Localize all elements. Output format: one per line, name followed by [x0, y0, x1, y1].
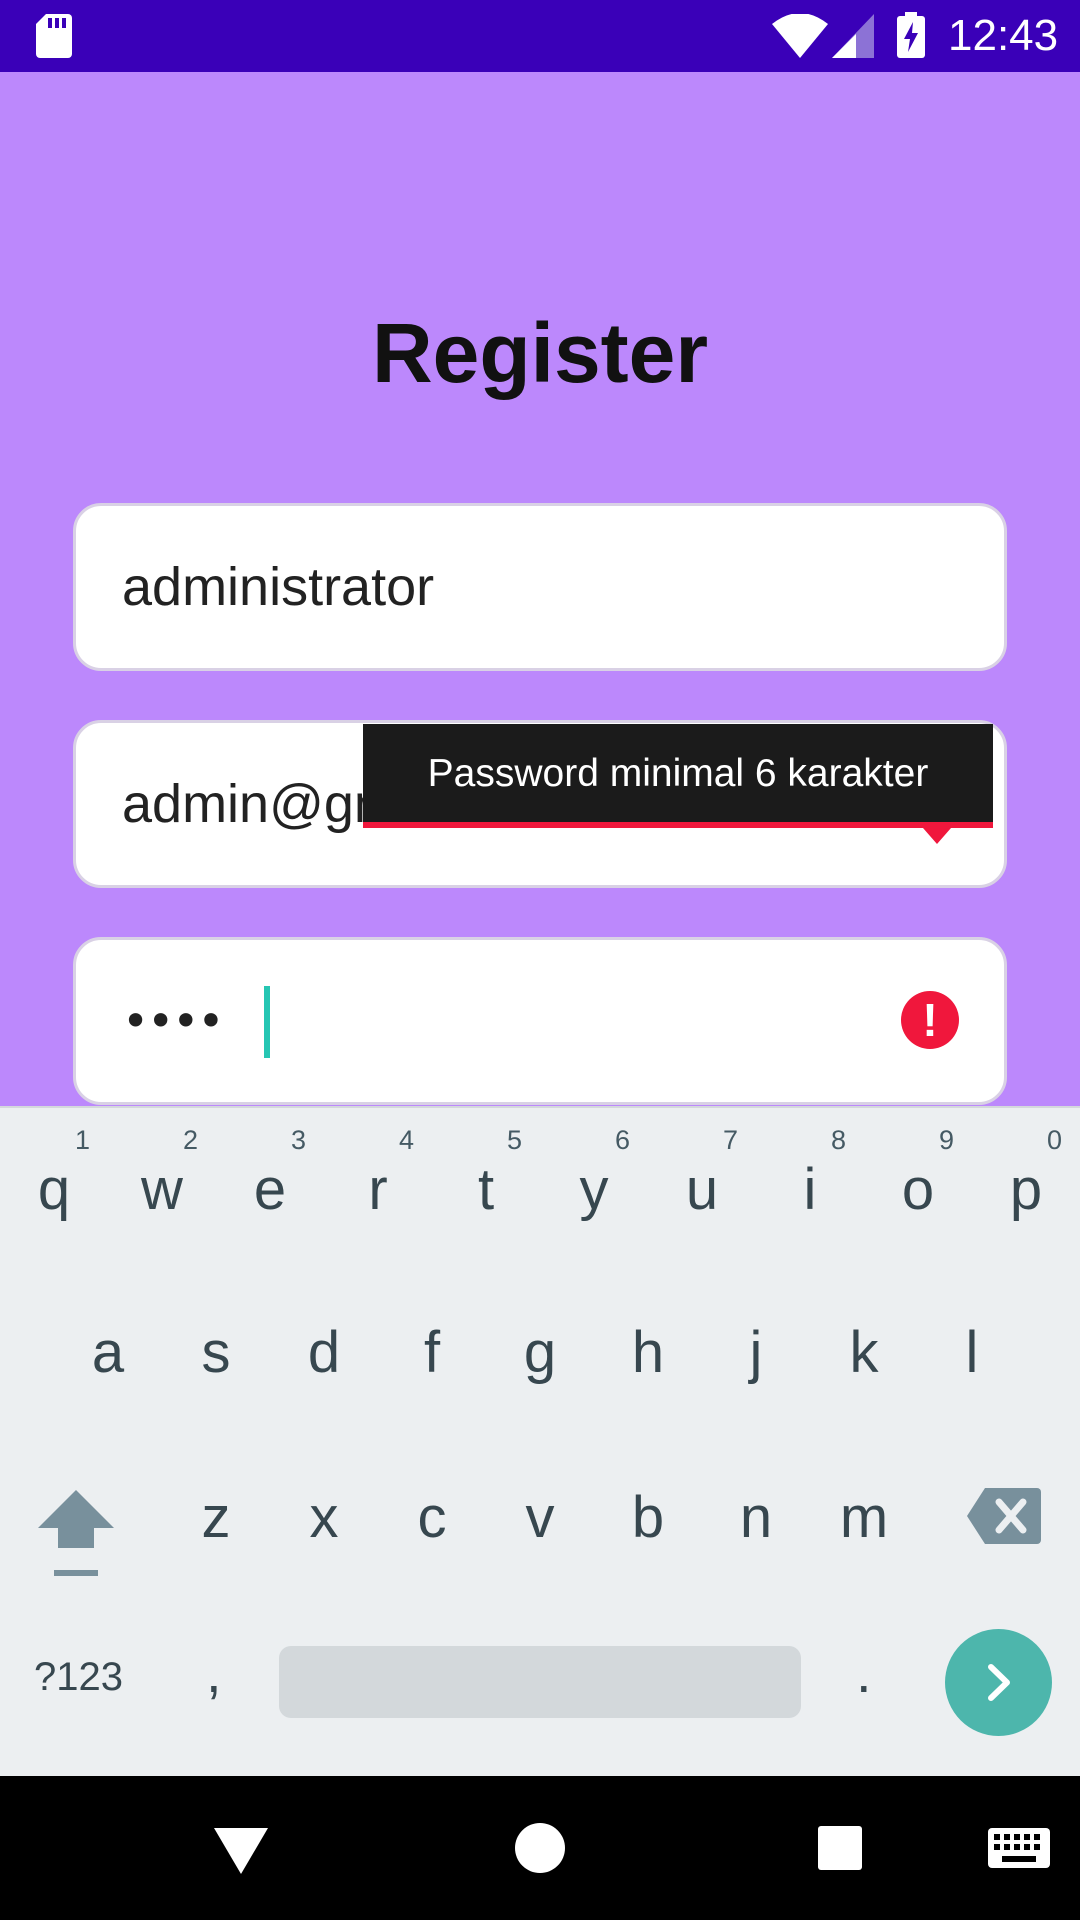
key-label: p	[1009, 1157, 1043, 1222]
key-hint-digit: 8	[830, 1125, 846, 1155]
key-hint-digit: 0	[1046, 1125, 1062, 1155]
key-label: n	[739, 1485, 773, 1550]
username-field[interactable]: administrator	[73, 503, 1007, 671]
key-o[interactable]: 9o	[864, 1125, 972, 1265]
keyboard-switch-icon[interactable]	[988, 1776, 1050, 1920]
key-h[interactable]: h	[594, 1318, 702, 1428]
comma-key[interactable]: ,	[206, 1640, 222, 1705]
key-b[interactable]: b	[594, 1483, 702, 1593]
key-hint-digit: 6	[614, 1125, 630, 1155]
tooltip-arrow	[923, 828, 951, 844]
key-label: f	[423, 1320, 441, 1385]
key-label: r	[368, 1157, 388, 1222]
key-r[interactable]: 4r	[324, 1125, 432, 1265]
key-a[interactable]: a	[54, 1318, 162, 1428]
key-label: s	[201, 1320, 231, 1385]
key-label: a	[91, 1320, 125, 1385]
key-label: z	[201, 1485, 231, 1550]
key-d[interactable]: d	[270, 1318, 378, 1428]
key-hint-digit: 1	[74, 1125, 90, 1155]
error-icon[interactable]: !	[901, 991, 959, 1049]
key-label: i	[803, 1157, 817, 1222]
password-mask: ••••	[122, 994, 225, 1048]
key-label: e	[253, 1157, 287, 1222]
key-label: q	[37, 1157, 71, 1222]
key-s[interactable]: s	[162, 1318, 270, 1428]
key-hint-digit: 3	[290, 1125, 306, 1155]
key-label: d	[307, 1320, 341, 1385]
key-hint-digit: 7	[722, 1125, 738, 1155]
page-title: Register	[371, 306, 709, 400]
key-label: u	[685, 1157, 719, 1222]
navigation-bar	[0, 1776, 1080, 1920]
key-z[interactable]: z	[162, 1483, 270, 1593]
key-p[interactable]: 0p	[972, 1125, 1080, 1265]
key-x[interactable]: x	[270, 1483, 378, 1593]
key-label: k	[849, 1320, 879, 1385]
back-icon[interactable]	[214, 1776, 268, 1920]
key-t[interactable]: 5t	[432, 1125, 540, 1265]
status-bar: 12:43	[0, 0, 1080, 72]
key-label: b	[631, 1485, 665, 1550]
text-cursor	[264, 986, 270, 1058]
key-label: w	[141, 1157, 183, 1222]
key-label: h	[631, 1320, 665, 1385]
key-l[interactable]: l	[918, 1318, 1026, 1428]
shift-key-icon[interactable]	[38, 1490, 114, 1580]
clock: 12:43	[948, 11, 1059, 60]
key-hint-digit: 5	[506, 1125, 522, 1155]
key-w[interactable]: 2w	[108, 1125, 216, 1265]
key-j[interactable]: j	[702, 1318, 810, 1428]
key-label: j	[749, 1320, 763, 1385]
key-u[interactable]: 7u	[648, 1125, 756, 1265]
key-hint-digit: 4	[398, 1125, 414, 1155]
space-key[interactable]	[279, 1646, 801, 1718]
key-c[interactable]: c	[378, 1483, 486, 1593]
home-icon[interactable]	[513, 1776, 567, 1920]
key-label: v	[525, 1485, 555, 1550]
key-y[interactable]: 6y	[540, 1125, 648, 1265]
key-label: x	[309, 1485, 339, 1550]
key-label: t	[477, 1157, 495, 1222]
key-label: y	[579, 1157, 609, 1222]
key-label: g	[523, 1320, 557, 1385]
wifi-icon	[772, 14, 828, 58]
password-field[interactable]: •••• !	[73, 937, 1007, 1105]
key-label: c	[417, 1485, 447, 1550]
key-v[interactable]: v	[486, 1483, 594, 1593]
recents-icon[interactable]	[816, 1776, 864, 1920]
symbols-key[interactable]: ?123	[34, 1655, 123, 1700]
key-hint-digit: 2	[182, 1125, 198, 1155]
username-value: administrator	[122, 557, 435, 617]
key-hint-digit: 9	[938, 1125, 954, 1155]
period-key[interactable]: .	[856, 1640, 872, 1705]
key-label: l	[965, 1320, 979, 1385]
key-n[interactable]: n	[702, 1483, 810, 1593]
key-f[interactable]: f	[378, 1318, 486, 1428]
key-e[interactable]: 3e	[216, 1125, 324, 1265]
key-i[interactable]: 8i	[756, 1125, 864, 1265]
enter-key[interactable]	[945, 1629, 1052, 1736]
backspace-key-icon[interactable]	[967, 1488, 1041, 1544]
battery-charging-icon	[897, 12, 925, 58]
key-label: o	[901, 1157, 935, 1222]
key-label: m	[839, 1485, 889, 1550]
key-m[interactable]: m	[810, 1483, 918, 1593]
key-q[interactable]: 1q	[0, 1125, 108, 1265]
cell-signal-icon	[832, 14, 874, 58]
key-k[interactable]: k	[810, 1318, 918, 1428]
key-g[interactable]: g	[486, 1318, 594, 1428]
error-tooltip: Password minimal 6 karakter	[363, 724, 993, 828]
sd-card-icon	[36, 14, 72, 58]
chevron-right-icon	[988, 1664, 1010, 1701]
